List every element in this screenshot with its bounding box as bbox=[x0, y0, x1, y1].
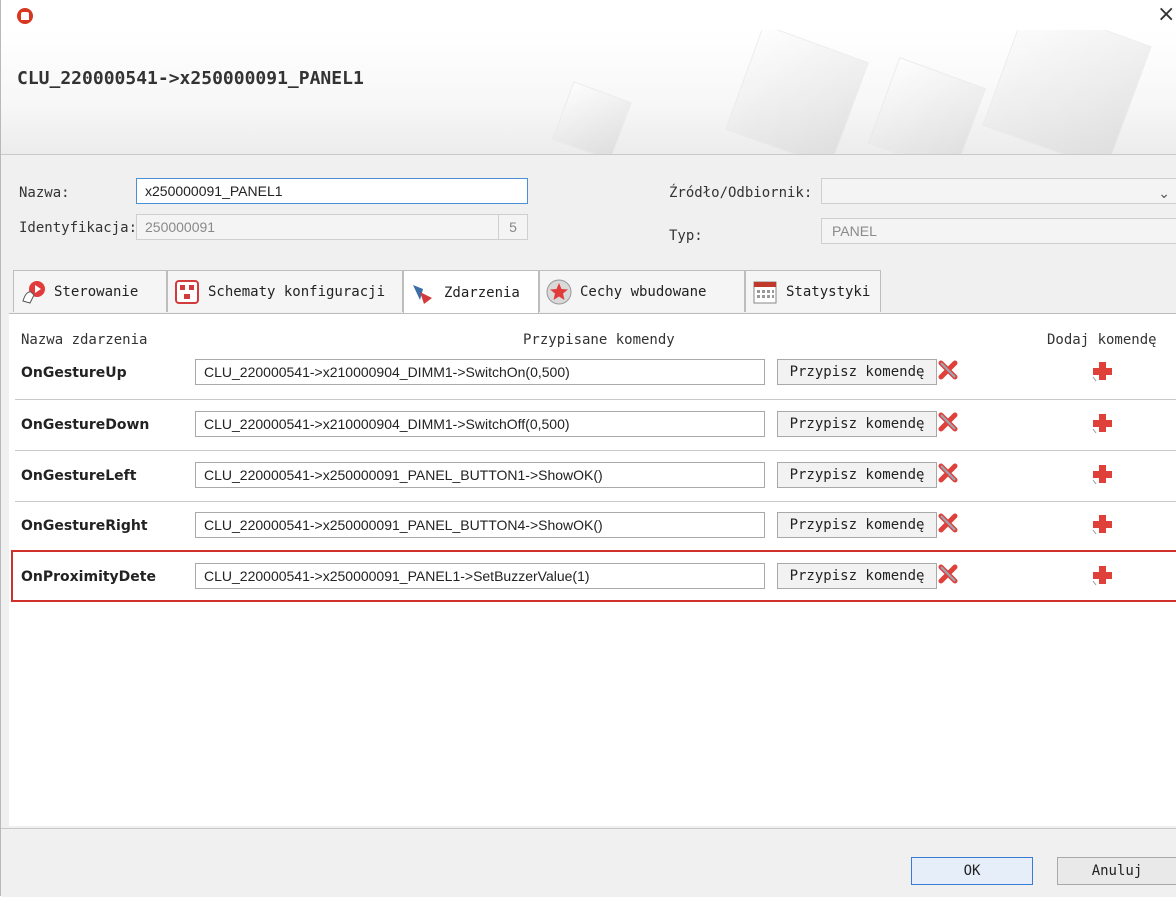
id-label: Identyfikacja: bbox=[19, 220, 138, 236]
home-app-icon bbox=[17, 8, 33, 24]
row-divider bbox=[15, 501, 1176, 502]
source-dropdown[interactable]: ⌄ bbox=[821, 178, 1176, 204]
id-value: 250000091 bbox=[145, 219, 216, 235]
tab-label: Schematy konfiguracji bbox=[208, 283, 386, 300]
delete-icon[interactable] bbox=[937, 411, 959, 433]
tab-schematy-konfiguracji[interactable]: Schematy konfiguracji bbox=[167, 270, 403, 312]
tab-sterowanie[interactable]: Sterowanie bbox=[13, 270, 167, 312]
row-divider bbox=[15, 450, 1176, 451]
header-banner: CLU_220000541->x250000091_PANEL1 bbox=[1, 30, 1176, 155]
calendar-icon bbox=[753, 281, 777, 303]
dialog-title: CLU_220000541->x250000091_PANEL1 bbox=[17, 68, 364, 89]
events-icon bbox=[413, 284, 432, 304]
tab-statystyki[interactable]: Statystyki bbox=[745, 270, 881, 312]
assign-command-button[interactable]: Przypisz komendę bbox=[777, 359, 937, 385]
tab-label: Sterowanie bbox=[54, 283, 139, 300]
assign-command-button[interactable]: Przypisz komendę bbox=[777, 411, 937, 437]
decorative-cube bbox=[552, 81, 632, 154]
decorative-cube bbox=[982, 30, 1152, 154]
schema-icon bbox=[175, 279, 199, 304]
add-icon[interactable] bbox=[1091, 463, 1113, 485]
dialog-window: × CLU_220000541->x250000091_PANEL1 Nazwa… bbox=[0, 0, 1176, 897]
ok-button[interactable]: OK bbox=[911, 857, 1033, 885]
title-bar: × bbox=[1, 0, 1176, 30]
name-field[interactable]: x250000091_PANEL1 bbox=[136, 178, 528, 204]
type-label: Typ: bbox=[669, 228, 703, 244]
command-field[interactable]: CLU_220000541->x210000904_DIMM1->SwitchO… bbox=[195, 411, 765, 437]
delete-icon[interactable] bbox=[937, 512, 959, 534]
cancel-button[interactable]: Anuluj bbox=[1057, 857, 1176, 885]
add-icon[interactable] bbox=[1091, 412, 1113, 434]
event-name: OnGestureUp bbox=[21, 365, 127, 381]
star-icon bbox=[546, 279, 572, 304]
header-add-command: Dodaj komendę bbox=[1047, 332, 1157, 348]
event-name: OnGestureDown bbox=[21, 417, 150, 433]
tab-zdarzenia[interactable]: Zdarzenia bbox=[403, 270, 539, 314]
dialog-footer: OK Anuluj bbox=[1, 828, 1176, 897]
header-event-name: Nazwa zdarzenia bbox=[21, 332, 148, 348]
command-field[interactable]: CLU_220000541->x250000091_PANEL_BUTTON1-… bbox=[195, 462, 765, 488]
close-icon[interactable]: × bbox=[1157, 2, 1175, 27]
table-row: OnGestureUp CLU_220000541->x210000904_DI… bbox=[15, 350, 1176, 400]
table-row: OnGestureRight CLU_220000541->x250000091… bbox=[15, 503, 1176, 553]
tab-label: Cechy wbudowane bbox=[580, 283, 707, 300]
assign-command-button[interactable]: Przypisz komendę bbox=[777, 462, 937, 488]
tab-cechy-wbudowane[interactable]: Cechy wbudowane bbox=[539, 270, 745, 312]
header-assigned-commands: Przypisane komendy bbox=[523, 332, 675, 348]
event-name: OnGestureRight bbox=[21, 518, 148, 534]
type-value: PANEL bbox=[832, 223, 877, 239]
name-label: Nazwa: bbox=[19, 185, 70, 201]
event-name: OnGestureLeft bbox=[21, 468, 137, 484]
type-field: PANEL bbox=[821, 218, 1176, 244]
add-icon[interactable] bbox=[1091, 360, 1113, 382]
id-field: 250000091 5 bbox=[136, 214, 528, 240]
delete-icon[interactable] bbox=[937, 359, 959, 381]
row-divider bbox=[15, 399, 1176, 400]
table-row: OnGestureLeft CLU_220000541->x250000091_… bbox=[15, 453, 1176, 503]
decorative-cube bbox=[725, 30, 869, 154]
id-suffix: 5 bbox=[498, 215, 527, 239]
delete-icon[interactable] bbox=[937, 462, 959, 484]
highlight-box bbox=[11, 550, 1176, 602]
command-field[interactable]: CLU_220000541->x250000091_PANEL_BUTTON4-… bbox=[195, 512, 765, 538]
source-label: Źródło/Odbiornik: bbox=[669, 185, 813, 201]
assign-command-button[interactable]: Przypisz komendę bbox=[777, 512, 937, 538]
tab-label: Statystyki bbox=[786, 283, 871, 300]
add-icon[interactable] bbox=[1091, 513, 1113, 535]
chevron-down-icon: ⌄ bbox=[1158, 185, 1170, 201]
command-field[interactable]: CLU_220000541->x210000904_DIMM1->SwitchO… bbox=[195, 359, 765, 385]
hand-touch-icon bbox=[22, 280, 45, 304]
decorative-cube bbox=[868, 57, 986, 154]
table-row: OnGestureDown CLU_220000541->x210000904_… bbox=[15, 402, 1176, 452]
tab-label: Zdarzenia bbox=[444, 284, 520, 301]
